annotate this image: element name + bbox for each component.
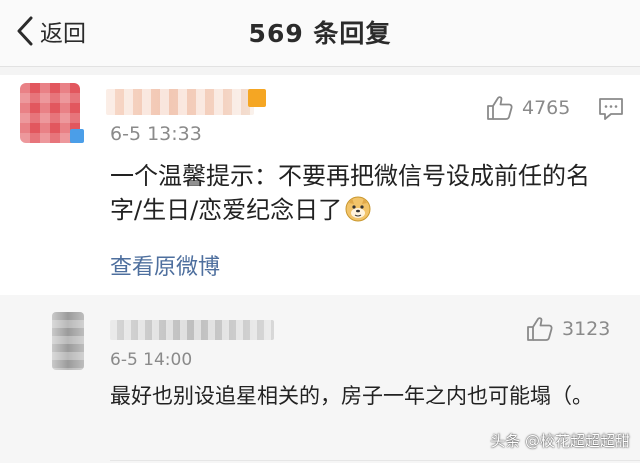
avatar[interactable]	[52, 312, 84, 370]
like-button[interactable]: 3123	[526, 316, 610, 342]
verified-badge-icon	[70, 129, 84, 143]
username-blurred[interactable]	[110, 320, 274, 340]
reply-button[interactable]	[598, 97, 624, 125]
like-count: 3123	[562, 318, 611, 340]
reply-text: 最好也别设追星相关的，房子一年之内也可能塌（。	[110, 384, 593, 408]
comment-bubble-icon	[599, 98, 623, 120]
section-spacer	[0, 67, 640, 75]
comment-timestamp: 6-5 13:33	[110, 123, 202, 145]
comment-text: 一个温馨提示：不要再把微信号设成前任的名字/生日/恋爱纪念日了	[110, 159, 610, 227]
username-blurred[interactable]	[106, 89, 254, 115]
thumbs-up-icon	[487, 96, 513, 120]
like-button[interactable]: 4765	[486, 95, 570, 121]
page-title: 569 条回复	[248, 19, 392, 48]
divider	[110, 460, 640, 461]
view-original-weibo-link[interactable]: 查看原微博	[110, 249, 220, 281]
main-comment: 6-5 13:33 4765 一个温馨提示：不要再把微信号设成前任的名字/生日/…	[0, 75, 640, 295]
comment-timestamp: 6-5 14:00	[110, 350, 193, 370]
top-navigation-bar: 返回 569 条回复	[0, 0, 640, 67]
like-count: 4765	[522, 97, 571, 119]
avatar[interactable]	[20, 83, 84, 143]
watermark: 头条 @校花超超超甜	[490, 432, 630, 450]
thumbs-up-icon	[527, 317, 553, 341]
doge-emoji-icon	[345, 196, 371, 222]
member-badge-icon	[248, 89, 266, 107]
